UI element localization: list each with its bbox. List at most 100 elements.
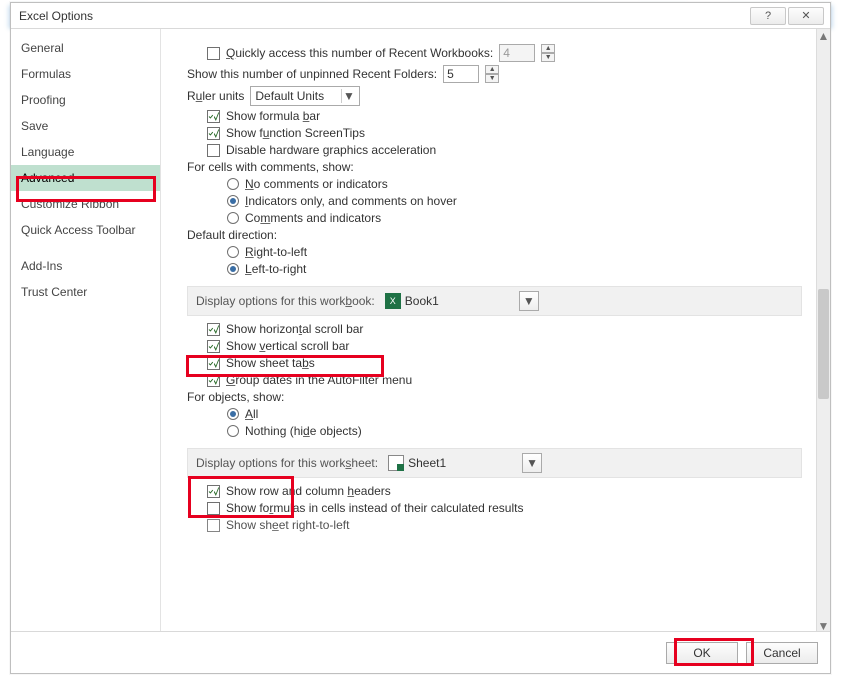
show-formulas-label: Show formulas in cells instead of their … — [226, 501, 523, 515]
sidebar-item-label: Advanced — [21, 171, 74, 185]
disable-hw-checkbox[interactable] — [207, 144, 220, 157]
workbook-name: Book1 — [405, 294, 515, 308]
worksheet-name: Sheet1 — [408, 456, 518, 470]
objects-hide-label: Nothing (hide objects) — [245, 424, 362, 438]
sidebar-item-save[interactable]: Save — [11, 113, 160, 139]
sidebar-item-quick-access[interactable]: Quick Access Toolbar — [11, 217, 160, 243]
sheet-rtl-checkbox[interactable] — [207, 519, 220, 532]
sidebar-item-customize-ribbon[interactable]: Customize Ribbon — [11, 191, 160, 217]
chevron-down-icon: ▼ — [341, 89, 355, 103]
sidebar-item-label: Language — [21, 145, 74, 159]
show-screentips-checkbox[interactable] — [207, 127, 220, 140]
sidebar-item-proofing[interactable]: Proofing — [11, 87, 160, 113]
sidebar-item-label: Quick Access Toolbar — [21, 223, 136, 237]
unpinned-folders-row: Show this number of unpinned Recent Fold… — [187, 65, 802, 83]
ltr-label: Left-to-right — [245, 262, 306, 276]
sheet-icon — [388, 455, 404, 471]
group-dates-checkbox[interactable] — [207, 374, 220, 387]
unpinned-folders-spinner[interactable]: ▲▼ — [485, 65, 499, 83]
sheet-rtl-label: Show sheet right-to-left — [226, 518, 349, 532]
sidebar-item-label: Proofing — [21, 93, 66, 107]
dialog-footer: OK Cancel — [11, 631, 830, 673]
rowcol-headers-label: Show row and column headers — [226, 484, 391, 498]
sidebar-item-language[interactable]: Language — [11, 139, 160, 165]
workbook-section: Display options for this workbook: X Boo… — [187, 286, 802, 316]
help-icon: ? — [765, 10, 771, 22]
objects-heading: For objects, show: — [187, 390, 284, 404]
objects-hide-radio[interactable] — [227, 425, 239, 437]
quick-access-label: Quickly access this number of Recent Wor… — [226, 46, 493, 60]
rowcol-headers-checkbox[interactable] — [207, 485, 220, 498]
ltr-radio[interactable] — [227, 263, 239, 275]
chevron-down-icon: ▼ — [526, 456, 538, 470]
show-formula-bar-checkbox[interactable] — [207, 110, 220, 123]
scroll-up-arrow[interactable]: ▲ — [817, 29, 830, 43]
unpinned-folders-label: Show this number of unpinned Recent Fold… — [187, 67, 437, 81]
quick-access-row: Quickly access this number of Recent Wor… — [187, 44, 802, 62]
comments-none-label: No comments or indicators — [245, 177, 388, 191]
worksheet-dropdown[interactable]: ▼ — [522, 453, 542, 473]
sidebar: General Formulas Proofing Save Language … — [11, 29, 161, 633]
show-screentips-label: Show function ScreenTips — [226, 126, 365, 140]
rtl-label: Right-to-left — [245, 245, 307, 259]
sidebar-item-label: Trust Center — [21, 285, 87, 299]
sidebar-item-label: Add-Ins — [21, 259, 62, 273]
ok-label: OK — [693, 646, 710, 660]
workbook-dropdown[interactable]: ▼ — [519, 291, 539, 311]
sidebar-item-general[interactable]: General — [11, 35, 160, 61]
sheet-tabs-checkbox[interactable] — [207, 357, 220, 370]
sidebar-item-label: Customize Ribbon — [21, 197, 119, 211]
comments-both-label: Comments and indicators — [245, 211, 381, 225]
rtl-radio[interactable] — [227, 246, 239, 258]
hscroll-checkbox[interactable] — [207, 323, 220, 336]
sidebar-item-formulas[interactable]: Formulas — [11, 61, 160, 87]
group-dates-label: Group dates in the AutoFilter menu — [226, 373, 412, 387]
comments-both-radio[interactable] — [227, 212, 239, 224]
vscroll-checkbox[interactable] — [207, 340, 220, 353]
excel-icon: X — [385, 293, 401, 309]
quick-access-value: 4 — [499, 44, 535, 62]
sidebar-item-label: General — [21, 41, 64, 55]
titlebar: Excel Options ? ✕ — [11, 3, 830, 29]
vertical-scrollbar[interactable]: ▲ ▼ — [816, 29, 830, 633]
help-button[interactable]: ? — [750, 7, 786, 25]
comments-indicators-label: Indicators only, and comments on hover — [245, 194, 457, 208]
cancel-button[interactable]: Cancel — [746, 642, 818, 664]
ruler-units-label: Ruler units — [187, 89, 244, 103]
ruler-units-combo[interactable]: Default Units▼ — [250, 86, 360, 106]
hscroll-label: Show horizontal scroll bar — [226, 322, 363, 336]
sidebar-item-addins[interactable]: Add-Ins — [11, 253, 160, 279]
excel-options-dialog: Excel Options ? ✕ General Formulas Proof… — [10, 2, 831, 674]
workbook-section-title: Display options for this workbook: — [196, 294, 375, 308]
show-formula-bar-label: Show formula bar — [226, 109, 320, 123]
quick-access-spinner[interactable]: ▲▼ — [541, 44, 555, 62]
cutoff-row: Show this number of Recent Workbooks: — [187, 29, 802, 41]
vscroll-label: Show vertical scroll bar — [226, 339, 349, 353]
scroll-thumb[interactable] — [818, 289, 829, 399]
close-icon: ✕ — [801, 9, 810, 22]
sidebar-item-advanced[interactable]: Advanced — [11, 165, 160, 191]
default-direction-heading: Default direction: — [187, 228, 277, 242]
comments-indicators-radio[interactable] — [227, 195, 239, 207]
sidebar-item-label: Save — [21, 119, 48, 133]
dialog-title: Excel Options — [19, 9, 748, 23]
sidebar-item-trust-center[interactable]: Trust Center — [11, 279, 160, 305]
options-panel: Show this number of Recent Workbooks: Qu… — [161, 29, 816, 633]
ruler-units-row: Ruler units Default Units▼ — [187, 86, 802, 106]
objects-all-radio[interactable] — [227, 408, 239, 420]
sheet-tabs-label: Show sheet tabs — [226, 356, 315, 370]
chevron-down-icon: ▼ — [523, 294, 535, 308]
worksheet-section: Display options for this worksheet: Shee… — [187, 448, 802, 478]
disable-hw-label: Disable hardware graphics acceleration — [226, 143, 436, 157]
ok-button[interactable]: OK — [666, 642, 738, 664]
quick-access-checkbox[interactable] — [207, 47, 220, 60]
comments-none-radio[interactable] — [227, 178, 239, 190]
unpinned-folders-value[interactable]: 5 — [443, 65, 479, 83]
cancel-label: Cancel — [763, 646, 800, 660]
worksheet-section-title: Display options for this worksheet: — [196, 456, 378, 470]
close-button[interactable]: ✕ — [788, 7, 824, 25]
sidebar-item-label: Formulas — [21, 67, 71, 81]
objects-all-label: All — [245, 407, 258, 421]
show-formulas-checkbox[interactable] — [207, 502, 220, 515]
comments-heading: For cells with comments, show: — [187, 160, 354, 174]
